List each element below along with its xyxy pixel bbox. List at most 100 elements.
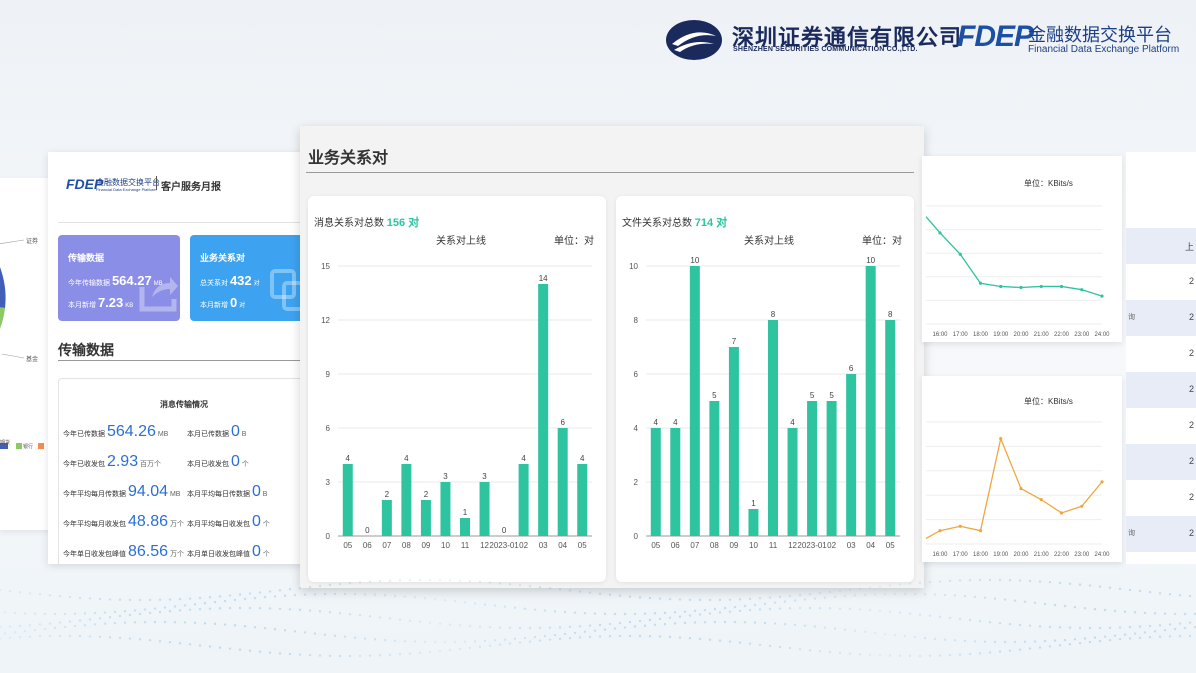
stat-value: 564.26 bbox=[106, 423, 156, 440]
main-title: 业务关系对 bbox=[308, 150, 389, 167]
stat-unit: MB bbox=[155, 431, 169, 438]
bar-value-label: 14 bbox=[539, 274, 548, 283]
y-tick-label: 0 bbox=[634, 532, 639, 541]
company-name-en: SHENZHEN SECURITIES COMMUNICATION CO.,LT… bbox=[733, 46, 918, 53]
bar bbox=[826, 401, 837, 536]
table-cell: 2 bbox=[1188, 276, 1194, 286]
stat-item: 本月已收发包 0 个 bbox=[187, 453, 249, 471]
stat-unit: 个 bbox=[239, 461, 249, 468]
traffic-line-panel-1: 单位：KBits/s 16:00 17:00 18:00 19:00 20:00 21:0… bbox=[922, 156, 1122, 342]
line-chart-unit: 单位：KBits/s bbox=[1024, 397, 1073, 406]
message-transfer-box: 消息传输情况 今年已传数据 564.26 MB 本月已传数据 0 B 今年已收发包 … bbox=[58, 378, 308, 564]
message-relation-bar-chart: 0369121540500620740820931011131202023-01… bbox=[321, 262, 592, 550]
x-tick-label: 05 bbox=[578, 541, 587, 550]
message-box-title: 消息传输情况 bbox=[160, 400, 208, 409]
month-relation-value: 0 bbox=[229, 295, 238, 310]
bar-value-label: 0 bbox=[365, 526, 370, 535]
table-row: 2 bbox=[1126, 372, 1196, 408]
bar bbox=[557, 428, 568, 536]
stat-value: 2.93 bbox=[106, 453, 139, 470]
x-tick-label: 03 bbox=[847, 541, 856, 550]
file-relation-card: 文件关系对总数 714 对 关系对上线 单位：对 0 2 4 6 8 10 4 05 4 06 10… bbox=[616, 196, 914, 582]
bar-value-label: 8 bbox=[888, 310, 893, 319]
pie-slice-securities bbox=[0, 267, 6, 308]
bar-value-label: 4 bbox=[580, 454, 585, 463]
table-cell: 2 bbox=[1188, 492, 1194, 502]
stat-item: 本月单日收发包峰值 0 个 bbox=[187, 543, 270, 561]
stat-value: 0 bbox=[251, 543, 261, 560]
table-row: 询2 bbox=[1126, 516, 1196, 552]
bar bbox=[709, 401, 720, 536]
x-tick-label: 23:00 bbox=[1074, 552, 1090, 558]
month-transfer-value: 7.23 bbox=[97, 295, 124, 310]
x-tick-label: 05 bbox=[886, 541, 895, 550]
x-tick-label: 12 bbox=[480, 541, 489, 550]
traffic-line-chart-1: 16:00 17:00 18:00 19:00 20:00 21:00 22:00 23:00… bbox=[925, 205, 1110, 338]
x-tick-label: 02 bbox=[519, 541, 528, 550]
x-tick-label: 06 bbox=[671, 541, 680, 550]
bar-value-label: 5 bbox=[829, 391, 834, 400]
data-point bbox=[1100, 294, 1104, 298]
stat-unit: 个 bbox=[260, 521, 270, 528]
data-point bbox=[1059, 284, 1064, 289]
bar bbox=[577, 464, 588, 536]
table-row: 2 bbox=[1126, 336, 1196, 372]
data-point bbox=[1080, 504, 1084, 508]
stat-unit: 万个 bbox=[168, 521, 184, 528]
section-title-transfer: 传输数据 bbox=[58, 342, 114, 358]
x-tick-label: 19:00 bbox=[993, 332, 1009, 338]
business-relation-tile[interactable]: 业务关系对 总关系对 432 对 本月新增 0 对 bbox=[190, 235, 308, 321]
table-cell: 2 bbox=[1188, 456, 1194, 466]
bar bbox=[538, 284, 549, 536]
bar bbox=[670, 428, 681, 536]
bar-value-label: 2 bbox=[424, 490, 429, 499]
stat-unit: 个 bbox=[260, 551, 270, 558]
data-point bbox=[958, 252, 962, 256]
table-row: 2 bbox=[1126, 480, 1196, 516]
bar bbox=[728, 347, 739, 536]
bar-value-label: 1 bbox=[463, 508, 468, 517]
chart-title: 关系对上线 bbox=[436, 236, 486, 247]
table-row: 询2 bbox=[1126, 300, 1196, 336]
transfer-data-tile[interactable]: 传输数据 今年传输数据 564.27 MB 本月新增 7.23 KB bbox=[58, 235, 180, 321]
stat-value: 48.86 bbox=[127, 513, 168, 530]
y-tick-label: 8 bbox=[634, 316, 639, 325]
share-icon bbox=[139, 277, 178, 312]
y-tick-label: 0 bbox=[326, 532, 331, 541]
data-point bbox=[1039, 498, 1043, 502]
table-cell: 2 bbox=[1188, 348, 1194, 358]
bar bbox=[440, 482, 451, 536]
company-logo-icon bbox=[664, 18, 724, 62]
bar bbox=[689, 266, 700, 536]
table-cell-note: 询 bbox=[1128, 314, 1135, 321]
stat-item: 本月平均每日收发包 0 个 bbox=[187, 513, 270, 531]
x-tick-label: 19:00 bbox=[993, 552, 1009, 558]
chart-unit: 单位：对 bbox=[554, 236, 594, 247]
table-cell: 2 bbox=[1188, 528, 1194, 538]
data-point bbox=[958, 524, 962, 528]
x-tick-label: 23:00 bbox=[1074, 332, 1090, 338]
bar-value-label: 5 bbox=[712, 391, 717, 400]
bar bbox=[787, 428, 798, 536]
x-tick-label: 24:00 bbox=[1094, 332, 1110, 338]
monthly-report-panel: FDEP 金融数据交换平台 Financial Data Exchange Pl… bbox=[48, 152, 308, 564]
stat-label: 今年已传数据 bbox=[63, 431, 107, 438]
bar bbox=[807, 401, 818, 536]
stat-label: 本月单日收发包峰值 bbox=[187, 551, 252, 558]
data-point bbox=[1039, 284, 1043, 289]
data-point bbox=[938, 231, 942, 235]
bar-value-label: 5 bbox=[810, 391, 815, 400]
x-tick-label: 11 bbox=[769, 541, 778, 550]
bar-value-label: 10 bbox=[690, 256, 699, 265]
bar bbox=[885, 320, 896, 536]
data-point bbox=[1100, 480, 1104, 484]
series-line bbox=[925, 216, 1103, 297]
line-chart-unit: 单位：KBits/s bbox=[1024, 179, 1073, 188]
data-point bbox=[978, 281, 983, 285]
x-tick-label: 20:00 bbox=[1013, 552, 1029, 558]
x-tick-label: 24:00 bbox=[1094, 552, 1110, 558]
x-tick-label: 08 bbox=[402, 541, 411, 550]
decorative-dot-wave bbox=[0, 578, 1196, 658]
business-relation-panel: 业务关系对 消息关系对总数 156 对 关系对上线 单位：对 0 3 6 9 12 15 4… bbox=[300, 126, 924, 588]
bar bbox=[342, 464, 353, 536]
